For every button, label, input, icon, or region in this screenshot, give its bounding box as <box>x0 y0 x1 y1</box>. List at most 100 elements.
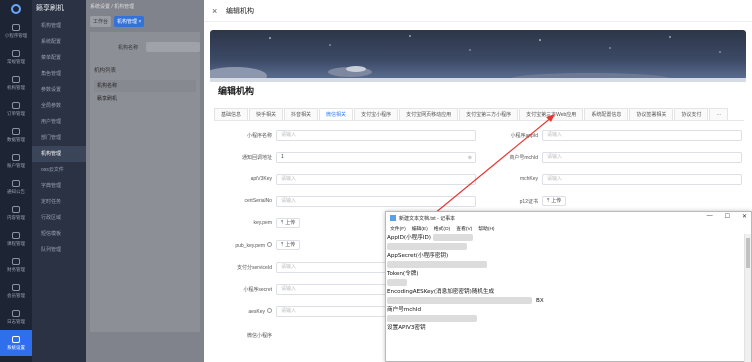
subnav-item[interactable]: 机构管理 <box>32 18 86 34</box>
config-tabs: 基础信息 快手相关 抖音相关 微信相关 支付宝小程序 支付宝网页移动应用 支付宝第三方小程序… <box>214 108 744 121</box>
subnav-item[interactable]: 机构管理 <box>32 146 86 162</box>
text-line-content: AppID(小程序ID) <box>387 235 431 241</box>
sidebar-item[interactable]: 系统设置 <box>0 330 32 356</box>
text-line <box>387 243 746 252</box>
vip-icon <box>12 283 20 291</box>
redacted-text <box>387 261 487 268</box>
sidebar-item-label: 订单管理 <box>7 110 25 116</box>
menu-file[interactable]: 文件(F) <box>390 225 406 232</box>
text-line <box>387 315 746 324</box>
config-tab[interactable]: 系统配置信息 <box>584 108 629 120</box>
config-tab[interactable]: 协议支付 <box>674 108 709 120</box>
config-tab[interactable]: 支付宝第三方小程序 <box>459 108 519 120</box>
subnav-item[interactable]: oss云文件 <box>32 162 86 178</box>
tab-workbench[interactable]: 工作台 <box>90 15 112 27</box>
sidebar-item[interactable]: 课程管理 <box>0 226 32 252</box>
sidebar-item[interactable]: 日志管理 <box>0 304 32 330</box>
user-icon <box>12 153 20 161</box>
subnav-item[interactable]: 部门管理 <box>32 130 86 146</box>
notepad-titlebar[interactable]: 新建文本文档.txt - 记事本 — ☐ ✕ <box>386 212 751 224</box>
sidebar-item[interactable]: 小程序管理 <box>0 18 32 44</box>
subnav-item[interactable]: 菜单配置 <box>32 50 86 66</box>
mchkey-input[interactable]: 请输入 <box>542 173 742 185</box>
help-icon[interactable] <box>267 307 272 313</box>
upload-label: 上传 <box>285 242 296 248</box>
config-tab[interactable]: 基础信息 <box>214 108 249 120</box>
help-icon[interactable] <box>267 241 272 247</box>
upload-icon: ⤒ <box>281 220 284 226</box>
close-icon[interactable]: × <box>212 6 226 16</box>
config-tab[interactable]: 支付宝小程序 <box>354 108 399 120</box>
window-controls: — ☐ ✕ <box>707 213 747 220</box>
section-title: 编辑机构 <box>218 86 255 96</box>
sidebar-item[interactable]: 数据管理 <box>0 122 32 148</box>
drawer-title: 编辑机构 <box>226 7 254 15</box>
sidebar-item[interactable]: 财务管理 <box>0 252 32 278</box>
config-tab[interactable]: 协议签署相关 <box>629 108 674 120</box>
config-tab[interactable]: 支付宝第三方Web应用 <box>519 108 584 120</box>
more-section-label: 微信小程序 <box>246 332 272 339</box>
config-tab[interactable]: 微信相关 <box>319 108 354 120</box>
book-icon <box>12 231 20 239</box>
sidebar-item-label: 数据管理 <box>7 136 25 142</box>
table-header: 机构名称 <box>94 80 196 92</box>
maximize-icon[interactable]: ☐ <box>725 213 730 220</box>
search-input[interactable] <box>146 42 200 52</box>
menu-help[interactable]: 帮助(H) <box>478 225 494 232</box>
main-sidebar: 小程序管理 常规管理机构管理订单管理数据管理账户管理 通知公告 内容管理 课程管理 财务管… <box>0 0 32 362</box>
notify-url-input[interactable]: 1 ⊗ <box>276 151 476 163</box>
subnav-item[interactable]: 角色管理 <box>32 66 86 82</box>
grid-icon <box>12 23 20 31</box>
subnav-item[interactable]: 定时任务 <box>32 194 86 210</box>
menu-edit[interactable]: 编辑(E) <box>412 225 428 232</box>
minimize-icon[interactable]: — <box>707 213 713 220</box>
subnav-item[interactable]: 行政区域 <box>32 210 86 226</box>
logo-icon <box>11 4 21 14</box>
sidebar-item[interactable]: 机构管理 <box>0 70 32 96</box>
text-line-content: EncodingAESKey(消息加密密钥)随机生成 <box>387 289 495 295</box>
subnav-item[interactable]: 全局参数 <box>32 98 86 114</box>
sidebar-item[interactable]: 订单管理 <box>0 96 32 122</box>
sidebar-item[interactable]: 会员管理 <box>0 278 32 304</box>
menu-format[interactable]: 格式(O) <box>434 225 451 232</box>
sidebar-item[interactable]: 通知公告 <box>0 174 32 200</box>
tab-org-management[interactable]: 机构管理 × <box>114 15 145 27</box>
config-tab[interactable]: 支付宝网页移动应用 <box>399 108 459 120</box>
config-tab[interactable]: 快手相关 <box>249 108 284 120</box>
apiv3-input[interactable]: 请输入 <box>276 173 476 185</box>
mchid-input[interactable]: 请输入 <box>542 151 742 163</box>
scroll-thumb[interactable] <box>746 238 750 268</box>
subnav-item[interactable]: 短信模板 <box>32 226 86 242</box>
text-line-content: 设置APIV3密钥 <box>387 325 426 331</box>
keypem-upload-button[interactable]: ⤒ 上传 <box>276 218 301 228</box>
cert-serial-label: certSerialNo <box>244 198 272 204</box>
subnav-item[interactable]: 参数设置 <box>32 82 86 98</box>
upload-label: 上传 <box>285 220 296 226</box>
miniapp-name-input[interactable]: 请输入 <box>276 129 476 141</box>
p12-upload-button[interactable]: ⤒ 上传 <box>542 196 567 206</box>
menu-view[interactable]: 查看(V) <box>456 225 472 232</box>
cert-serial-input[interactable]: 请输入 <box>276 195 476 207</box>
notepad-icon <box>390 215 396 221</box>
sidebar-item-label: 机构管理 <box>7 84 25 90</box>
miniapp-name-label: 小程序名称 <box>246 132 272 139</box>
miniapp-appid-input[interactable]: 请输入 <box>542 129 742 141</box>
sidebar-item[interactable]: 内容管理 <box>0 200 32 226</box>
sidebar-item-label: 日志管理 <box>7 318 25 324</box>
vertical-scrollbar[interactable] <box>744 234 751 362</box>
subnav-item[interactable]: 队列管理 <box>32 242 86 258</box>
sidebar-item[interactable]: 账户管理 <box>0 148 32 174</box>
text-line-content: BX <box>536 298 544 304</box>
config-tab[interactable]: 抖音相关 <box>284 108 319 120</box>
close-icon[interactable]: ✕ <box>742 213 747 220</box>
notepad-text-area[interactable]: AppID(小程序ID) AppSecret(小程序密钥) Token(令牌) … <box>386 234 746 362</box>
subnav-item[interactable]: 字典管理 <box>32 178 86 194</box>
sidebar-item[interactable]: 常规管理 <box>0 44 32 70</box>
subnav-item[interactable]: 系统配置 <box>32 34 86 50</box>
subnav-item[interactable]: 用户管理 <box>32 114 86 130</box>
pubkey-upload-button[interactable]: ⤒ 上传 <box>276 240 301 250</box>
upload-label: 上传 <box>551 198 562 204</box>
text-line: BX <box>387 297 746 306</box>
table-row[interactable]: 籁享刷机 <box>94 92 196 106</box>
more-tabs-button[interactable]: ··· <box>709 108 729 120</box>
